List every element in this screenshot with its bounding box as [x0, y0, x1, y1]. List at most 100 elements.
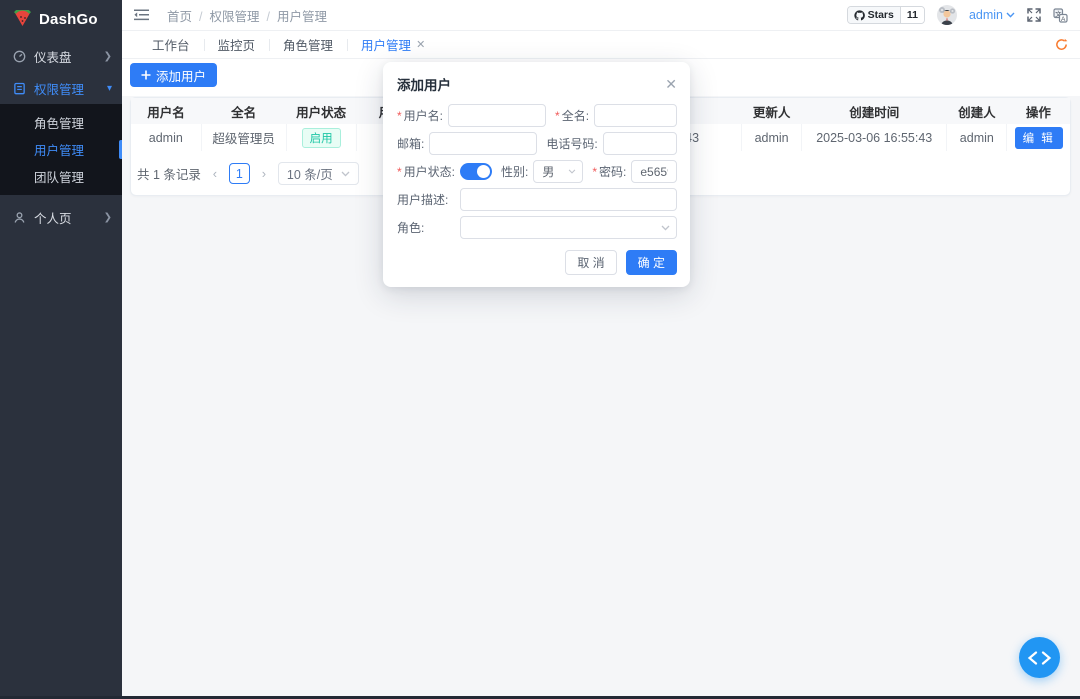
user-status-toggle[interactable]: [460, 163, 492, 180]
page-size-select[interactable]: 10 条/页: [278, 162, 359, 185]
gauge-icon: [13, 50, 26, 63]
add-user-button[interactable]: 添加用户: [130, 63, 217, 87]
fullscreen-icon[interactable]: [1027, 8, 1041, 22]
tab-role-management[interactable]: 角色管理: [269, 31, 347, 58]
gender-select[interactable]: 男: [533, 160, 583, 183]
role-label: 角色:: [397, 219, 455, 236]
next-page-icon[interactable]: ›: [258, 166, 270, 181]
role-select[interactable]: [460, 216, 677, 239]
username-label: 用户名:: [397, 107, 443, 124]
fullname-input[interactable]: [594, 104, 677, 127]
angle-left-icon: [1027, 651, 1038, 665]
tab-label: 工作台: [152, 35, 190, 54]
tab-user-management[interactable]: 用户管理 ✕: [347, 31, 439, 58]
current-page-button[interactable]: 1: [229, 163, 250, 184]
sidebar-item-label: 仪表盘: [34, 47, 96, 66]
sidebar-item-user-management[interactable]: 用户管理: [0, 136, 122, 163]
app-logo[interactable]: DashGo: [0, 0, 122, 36]
sidebar-item-team-management[interactable]: 团队管理: [0, 163, 122, 190]
close-tab-icon[interactable]: ✕: [416, 38, 425, 51]
app-title: DashGo: [39, 11, 98, 28]
refresh-icon[interactable]: [1055, 38, 1068, 51]
user-status-label: 用户状态:: [397, 163, 455, 180]
fullname-label: 全名:: [555, 107, 589, 124]
person-icon: [13, 211, 26, 224]
code-drawer-fab[interactable]: [1019, 637, 1060, 678]
sidebar-item-label: 权限管理: [34, 79, 99, 98]
page-size-value: 10 条/页: [287, 164, 333, 183]
col-updated-by: 更新人: [742, 98, 802, 124]
top-bar: 首页 权限管理 用户管理 Stars 11: [122, 0, 1080, 31]
col-fullname: 全名: [201, 98, 286, 124]
stars-label: Stars: [868, 9, 894, 21]
github-stars-badge[interactable]: Stars 11: [847, 6, 925, 24]
col-created-at: 创建时间: [802, 98, 947, 124]
modal-title: 添加用户: [397, 74, 451, 94]
plus-icon: [141, 70, 151, 80]
tab-bar: 工作台 监控页 角色管理 用户管理 ✕: [122, 31, 1080, 59]
chevron-down-icon: ▾: [107, 83, 112, 94]
github-icon: [854, 10, 865, 21]
close-modal-icon[interactable]: ✕: [665, 77, 677, 91]
chevron-down-icon: [1006, 12, 1015, 18]
sidebar-item-label: 用户管理: [34, 140, 84, 159]
sidebar-item-label: 个人页: [34, 208, 96, 227]
collapse-sidebar-icon[interactable]: [134, 9, 149, 21]
breadcrumb-item[interactable]: 首页: [167, 6, 192, 25]
col-username: 用户名: [131, 98, 201, 124]
gender-value: 男: [542, 163, 554, 180]
description-input[interactable]: [460, 188, 677, 211]
cell-fullname: 超级管理员: [201, 124, 286, 151]
confirm-button[interactable]: 确 定: [626, 250, 677, 275]
cell-created-at: 2025-03-06 16:55:43: [802, 124, 947, 151]
cell-username: admin: [131, 124, 201, 151]
add-user-label: 添加用户: [156, 66, 206, 85]
chevron-right-icon: ❯: [104, 51, 112, 62]
username-label: admin: [969, 8, 1003, 22]
cancel-button[interactable]: 取 消: [565, 250, 616, 275]
email-input[interactable]: [429, 132, 537, 155]
sidebar-item-personal-page[interactable]: 个人页 ❯: [0, 205, 122, 229]
translate-icon[interactable]: 文 A: [1053, 8, 1068, 23]
phone-input[interactable]: [603, 132, 677, 155]
chevron-down-icon: [568, 169, 576, 174]
sidebar-item-label: 角色管理: [34, 113, 84, 132]
user-menu[interactable]: admin: [969, 8, 1015, 22]
watermelon-logo-icon: [13, 10, 32, 28]
svg-text:A: A: [1061, 15, 1066, 22]
cell-status: 启用: [286, 124, 356, 151]
cell-created-by: admin: [947, 124, 1007, 151]
sidebar-item-permissions[interactable]: 权限管理 ▾: [0, 76, 122, 100]
description-label: 用户描述:: [397, 191, 455, 208]
sidebar-item-role-management[interactable]: 角色管理: [0, 109, 122, 136]
cell-updated-by: admin: [742, 124, 802, 151]
sidebar-item-label: 团队管理: [34, 167, 84, 186]
sidebar: DashGo 仪表盘 ❯ 权限管理 ▾ 角色管理 用户管理 团队管理 个人页 ❯: [0, 0, 122, 699]
col-status: 用户状态: [286, 98, 356, 124]
breadcrumb-item[interactable]: 权限管理: [192, 6, 260, 25]
user-avatar[interactable]: [937, 5, 957, 25]
tab-label: 监控页: [218, 35, 256, 54]
col-actions: 操作: [1007, 98, 1070, 124]
chevron-right-icon: ❯: [104, 212, 112, 223]
edit-button[interactable]: 编 辑: [1015, 127, 1063, 149]
password-label: 密码:: [592, 163, 626, 180]
sidebar-item-dashboard[interactable]: 仪表盘 ❯: [0, 44, 122, 68]
col-created-by: 创建人: [947, 98, 1007, 124]
breadcrumb-item[interactable]: 用户管理: [260, 6, 328, 25]
tab-workbench[interactable]: 工作台: [138, 31, 204, 58]
prev-page-icon[interactable]: ‹: [209, 166, 221, 181]
permission-doc-icon: [13, 82, 26, 95]
breadcrumb: 首页 权限管理 用户管理: [167, 6, 837, 25]
password-input[interactable]: [631, 160, 677, 183]
topbar-actions: Stars 11 admin: [847, 5, 1068, 25]
permissions-submenu: 角色管理 用户管理 团队管理: [0, 104, 122, 195]
username-input[interactable]: [448, 104, 546, 127]
tab-monitoring[interactable]: 监控页: [204, 31, 270, 58]
email-label: 邮箱:: [397, 135, 424, 152]
total-records-label: 共 1 条记录: [137, 164, 201, 183]
stars-count: 11: [900, 7, 924, 23]
status-badge: 启用: [302, 128, 341, 148]
tab-label: 角色管理: [283, 35, 333, 54]
angle-right-icon: [1041, 651, 1052, 665]
